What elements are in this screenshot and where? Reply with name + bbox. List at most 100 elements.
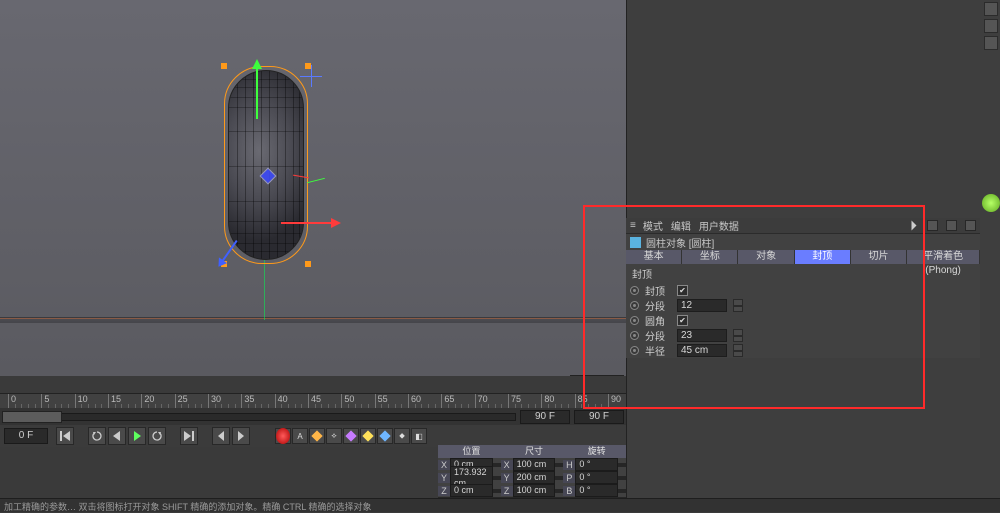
frame-start-input[interactable]: 0 F xyxy=(4,428,48,444)
axis-x-arrow[interactable] xyxy=(279,222,339,224)
prop-fillet-label: 圆角 xyxy=(645,313,671,328)
key-diamond-icon[interactable] xyxy=(309,428,325,444)
coords-rot-input[interactable]: 0 ° xyxy=(575,458,618,471)
play-forward-button[interactable] xyxy=(128,427,146,445)
axis-y-arrow[interactable] xyxy=(256,61,258,121)
spinner[interactable] xyxy=(493,463,501,467)
coords-header-position: 位置 xyxy=(450,445,493,458)
tab-phong[interactable]: 平滑着色(Phong) xyxy=(907,250,980,264)
coords-rot-input[interactable]: 0 ° xyxy=(575,471,618,484)
next-key-button[interactable] xyxy=(232,427,250,445)
spinner[interactable] xyxy=(618,476,626,480)
key-position-icon[interactable] xyxy=(343,428,359,444)
coords-pos-input[interactable]: 0 cm xyxy=(450,484,493,497)
ruler-tick: 20 xyxy=(141,394,142,408)
prop-radius-label: 半径 xyxy=(645,343,671,358)
prop-radius-row: 半径 45 cm xyxy=(626,343,980,358)
render-status-icon[interactable] xyxy=(982,194,1000,212)
prop-radius-input[interactable]: 45 cm xyxy=(677,344,727,357)
selection-handle[interactable] xyxy=(305,261,311,267)
timeline-current-frame[interactable]: 90 F xyxy=(520,410,570,424)
timeline-track[interactable] xyxy=(2,413,516,421)
tab-object[interactable]: 对象 xyxy=(738,250,794,264)
right-mini-icon[interactable] xyxy=(984,19,998,33)
anim-dot-icon[interactable] xyxy=(630,316,639,325)
tab-coord[interactable]: 坐标 xyxy=(682,250,738,264)
spinner[interactable] xyxy=(555,463,563,467)
attr-menu-userdata[interactable]: 用户数据 xyxy=(699,218,739,233)
key-param-icon[interactable]: ⬥ xyxy=(394,428,410,444)
spinner[interactable] xyxy=(618,489,626,493)
prop-fillet-checkbox[interactable] xyxy=(677,315,688,326)
selection-handle[interactable] xyxy=(221,63,227,69)
ruler-tick: 25 xyxy=(175,394,176,408)
autokey-button[interactable]: A xyxy=(292,428,308,444)
y-axis-line xyxy=(264,260,265,320)
capsule-mesh xyxy=(228,70,304,260)
attr-object-title: 圆柱对象 [圆柱] xyxy=(646,235,714,250)
timeline-thumb[interactable] xyxy=(2,411,62,423)
timeline-end-frame[interactable]: 90 F xyxy=(574,410,624,424)
coords-axis-label: Y xyxy=(501,473,513,483)
prop-segments1-input[interactable]: 12 xyxy=(677,299,727,312)
history-back-icon[interactable] xyxy=(912,221,917,231)
coords-axis-label: H xyxy=(563,460,575,470)
right-mini-icon[interactable] xyxy=(984,2,998,16)
prop-fillet-row: 圆角 xyxy=(626,313,980,328)
key-selection-icon[interactable]: ⟡ xyxy=(326,428,342,444)
right-mini-icon[interactable] xyxy=(984,36,998,50)
anim-dot-icon[interactable] xyxy=(630,331,639,340)
play-backward-button[interactable] xyxy=(108,427,126,445)
coords-axis-label: X xyxy=(438,460,450,470)
attr-menu-mode[interactable]: 模式 xyxy=(643,218,663,233)
spinner[interactable] xyxy=(733,329,743,342)
prop-segments1-label: 分段 xyxy=(645,298,671,313)
key-rotation-icon[interactable] xyxy=(377,428,393,444)
attr-hamburger-icon[interactable]: ≡ xyxy=(630,220,635,231)
ruler-tick: 0 xyxy=(8,394,9,408)
viewport[interactable]: 网格间距 10000 cm xyxy=(0,0,626,376)
key-pla-icon[interactable]: ◧ xyxy=(411,428,427,444)
prev-key-button[interactable] xyxy=(212,427,230,445)
timeline-ruler[interactable]: 051015202530354045505560657075808590 xyxy=(0,394,626,408)
coords-size-input[interactable]: 200 cm xyxy=(513,471,556,484)
anim-dot-icon[interactable] xyxy=(630,346,639,355)
ruler-tick: 10 xyxy=(75,394,76,408)
attr-func-icon[interactable] xyxy=(946,220,957,231)
tab-slice[interactable]: 切片 xyxy=(851,250,907,264)
spinner[interactable] xyxy=(555,476,563,480)
anim-dot-icon[interactable] xyxy=(630,301,639,310)
spinner[interactable] xyxy=(618,463,626,467)
record-button[interactable] xyxy=(275,428,291,444)
secondary-axis-gizmo xyxy=(300,65,322,87)
spinner[interactable] xyxy=(555,489,563,493)
coords-header-rotation: 旋转 xyxy=(575,445,618,458)
spinner[interactable] xyxy=(733,299,743,312)
tab-basic[interactable]: 基本 xyxy=(626,250,682,264)
spinner[interactable] xyxy=(733,344,743,357)
attr-lock-icon[interactable] xyxy=(965,220,976,231)
prop-segments2-label: 分段 xyxy=(645,328,671,343)
coords-size-input[interactable]: 100 cm xyxy=(513,458,556,471)
attr-menu-edit[interactable]: 编辑 xyxy=(671,218,691,233)
goto-start-button[interactable] xyxy=(56,427,74,445)
spinner[interactable] xyxy=(493,489,501,493)
loop-button[interactable] xyxy=(88,427,106,445)
selected-object-capsule[interactable] xyxy=(228,70,304,260)
goto-end-button[interactable] xyxy=(180,427,198,445)
coords-size-input[interactable]: 100 cm xyxy=(513,484,556,497)
prop-segments2-input[interactable]: 23 xyxy=(677,329,727,342)
prop-segments1-row: 分段 12 xyxy=(626,298,980,313)
ruler-tick: 15 xyxy=(108,394,109,408)
status-bar: 加工精确的参数… 双击将图标打开对象 SHIFT 精确的添加对象。精确 CTRL… xyxy=(0,498,1000,512)
tab-caps[interactable]: 封顶 xyxy=(795,250,851,264)
grid-spacing-readout: 网格间距 10000 cm xyxy=(525,373,624,376)
attr-nav-icon[interactable] xyxy=(927,220,938,231)
key-scale-icon[interactable] xyxy=(360,428,376,444)
loop-forward-button[interactable] xyxy=(148,427,166,445)
spinner[interactable] xyxy=(493,476,501,480)
coords-rot-input[interactable]: 0 ° xyxy=(575,484,618,497)
anim-dot-icon[interactable] xyxy=(630,286,639,295)
ruler-tick: 90 xyxy=(608,394,609,408)
prop-caps-checkbox[interactable] xyxy=(677,285,688,296)
